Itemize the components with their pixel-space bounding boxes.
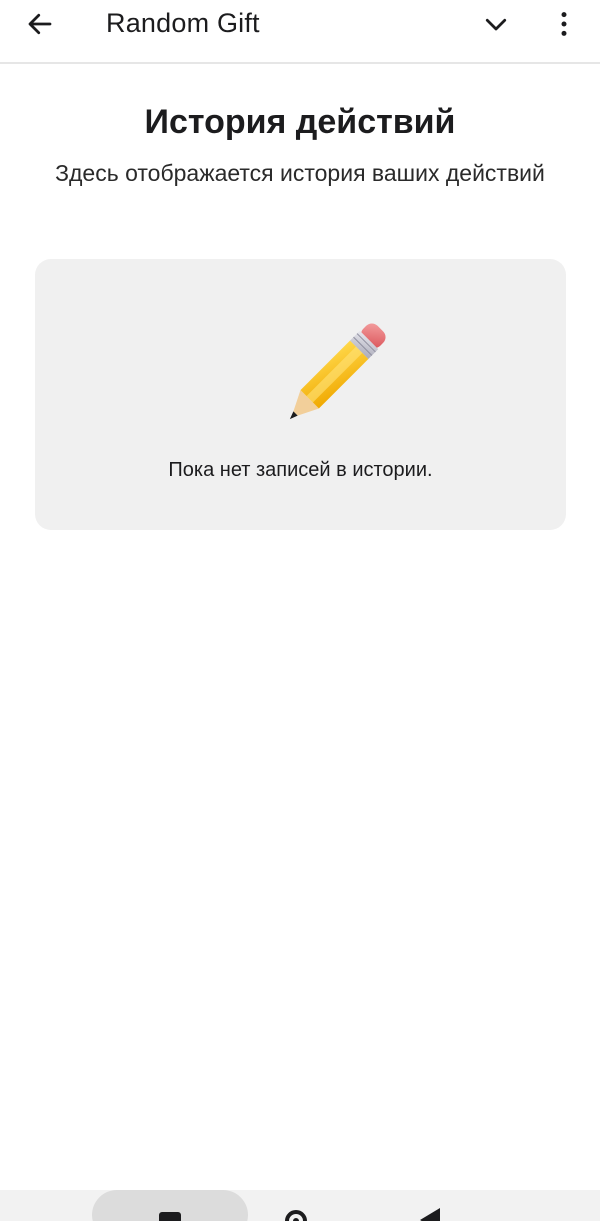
page-subtitle: Здесь отображается история ваших действи… [55,160,545,186]
back-button[interactable] [18,4,62,44]
top-app-bar: Random Gift [0,0,600,64]
screen: Random Gift История действий Здесь отобр… [0,0,600,1221]
expand-button[interactable] [474,4,518,44]
recents-icon[interactable] [159,1212,181,1221]
system-navigation-bar [0,1190,600,1221]
app-title: Random Gift [106,8,260,38]
back-triangle-icon[interactable] [420,1208,440,1221]
empty-history-card: Пока нет записей в истории. [35,259,566,530]
arrow-left-icon [28,13,52,35]
empty-history-message: Пока нет записей в истории. [168,459,433,481]
chevron-down-icon [485,18,507,31]
overflow-menu-button[interactable] [544,4,584,44]
home-icon[interactable] [285,1210,307,1221]
pencil-icon [289,323,386,420]
page-title: История действий [144,103,456,141]
more-vertical-icon [561,12,567,36]
